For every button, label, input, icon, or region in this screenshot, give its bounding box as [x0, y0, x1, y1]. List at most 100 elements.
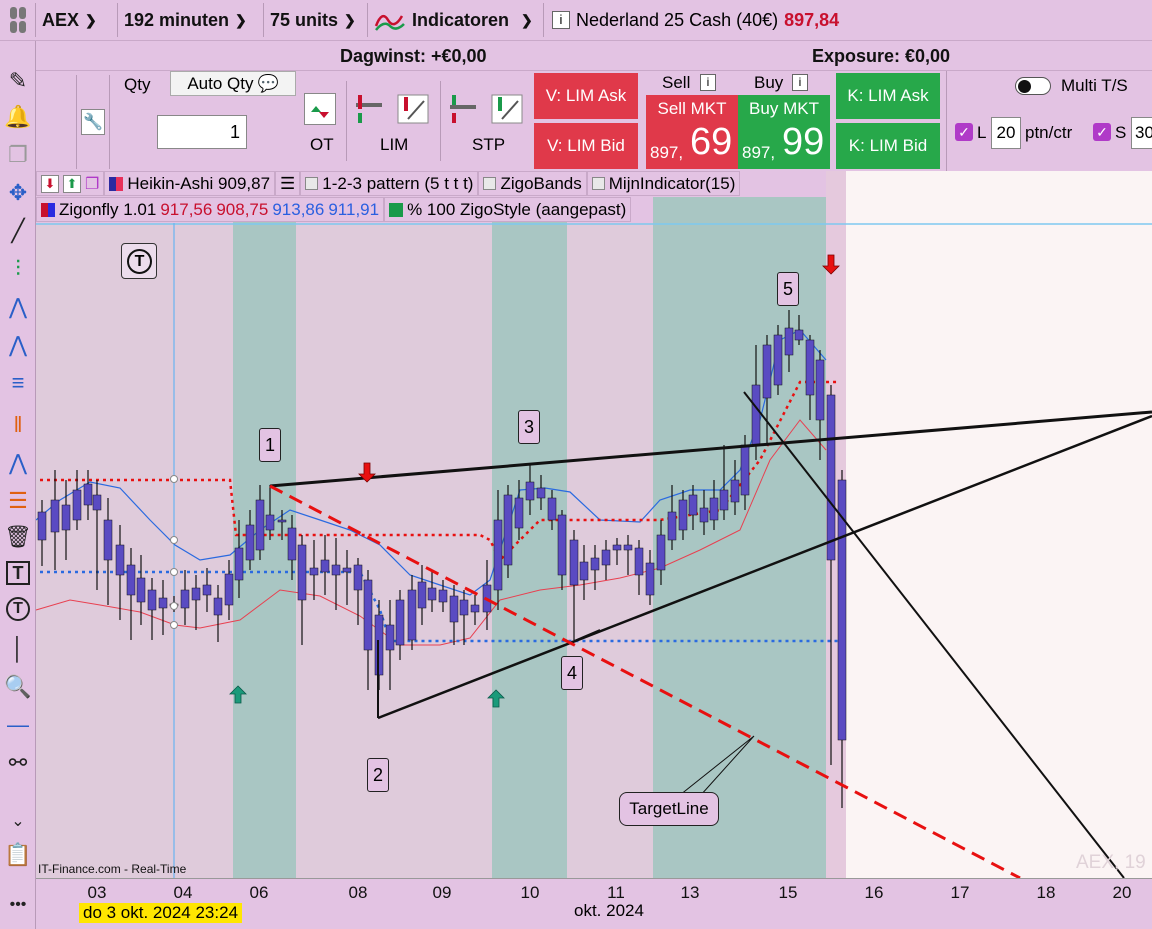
symbol-select[interactable]: AEX ❯	[36, 3, 118, 37]
fibonacci-icon[interactable]: ‖	[4, 411, 32, 439]
horizontal-line-icon[interactable]: —	[4, 711, 32, 739]
candle-up	[514, 497, 524, 529]
x-tick: 08	[348, 883, 368, 902]
candle-up	[147, 589, 157, 611]
multi-ts-panel: Multi T/S ✓ L 20 ptn/ctr ✓ S 30	[946, 71, 1152, 171]
ot-order-icon[interactable]	[304, 93, 336, 125]
pencil-icon[interactable]: ✎	[4, 67, 32, 95]
stp-sell-icon[interactable]	[490, 93, 524, 125]
l-input[interactable]: 20	[991, 117, 1021, 149]
multi-ts-toggle[interactable]	[1015, 77, 1051, 95]
time-axis[interactable]: 03 04 06 08 09 10 11 13 15 16 17 18 20 d…	[36, 878, 1152, 923]
zigonfly-value-3: 913,86	[272, 199, 325, 219]
pattern-checkbox[interactable]	[305, 177, 319, 190]
k-lim-ask-button[interactable]: K: LIM Ask	[836, 73, 940, 119]
callout-t-icon: T	[127, 249, 152, 274]
buy-mkt-button[interactable]: Buy MKT 897, 99	[738, 95, 830, 169]
legend-list-toggle[interactable]: ☰	[275, 171, 301, 196]
s-checkbox[interactable]: ✓	[1093, 123, 1111, 141]
legend-zigonfly[interactable]: Zigonfly 1.01 917,56 908,75 913,86 911,9…	[36, 197, 385, 222]
wave-pattern-icon[interactable]: ≡	[4, 369, 32, 397]
candle-up	[297, 544, 307, 601]
lim-sell-icon[interactable]	[396, 93, 430, 125]
callout-tool-icon[interactable]: T	[6, 597, 30, 621]
candle-up	[678, 499, 688, 531]
abc-pattern-icon[interactable]: ⋀	[4, 331, 32, 359]
units-label: 75 units	[270, 9, 339, 30]
move-icon[interactable]: ✥	[4, 179, 32, 207]
arrow-up-icon[interactable]: ⬆	[63, 174, 81, 193]
fib-fan-icon[interactable]: ⋀	[4, 449, 32, 477]
legend-zigobands[interactable]: ZigoBands	[478, 171, 587, 196]
candle-up	[37, 511, 47, 541]
zigostyle-label: % 100 ZigoStyle (aangepast)	[407, 199, 627, 219]
buy-info-icon[interactable]: i	[792, 74, 808, 91]
candle-up	[92, 494, 102, 511]
timeframe-select[interactable]: 192 minuten ❯	[118, 3, 264, 37]
buy-price-prefix: 897,	[742, 143, 776, 162]
candle-up	[751, 384, 761, 446]
settings-column: 🔧	[76, 75, 110, 169]
candles-icon[interactable]: ⫶	[4, 255, 32, 283]
session-band	[653, 197, 826, 878]
candle-up	[699, 507, 709, 523]
sell-mkt-button[interactable]: Sell MKT 897, 69	[646, 95, 738, 169]
x-tick: 16	[864, 883, 884, 902]
windows-icon[interactable]: ❐	[85, 174, 99, 194]
legend-heikin-ashi[interactable]: Heikin-Ashi 909,87	[104, 171, 276, 196]
x-tick: 11	[607, 883, 625, 902]
order-book-icon[interactable]: 📋	[4, 841, 32, 869]
qty-input[interactable]: 1	[157, 115, 247, 149]
trendline-icon[interactable]: ╱	[4, 217, 32, 245]
text-tool-icon[interactable]: T	[6, 561, 30, 585]
zoom-icon[interactable]: 🔍	[4, 673, 32, 701]
candle-up	[784, 327, 794, 356]
fib-levels-icon[interactable]: ☰	[4, 487, 32, 515]
connection-icon[interactable]	[0, 3, 36, 37]
candle-up	[762, 344, 772, 399]
trash-icon[interactable]: 🗑	[4, 523, 32, 551]
candle-up	[83, 483, 93, 506]
targetline-label[interactable]: TargetLine	[619, 792, 719, 826]
drawing-tools-sidebar: ✎ 🔔 ❐ ✥ ╱ ⫶ ⋀ ⋀ ≡ ‖ ⋀ ☰ 🗑 T T │ 🔍 — ⚯ ⌄ …	[0, 41, 36, 929]
lim-buy-icon[interactable]	[352, 93, 384, 125]
instrument-price: 897,84	[784, 9, 840, 30]
candle-up	[438, 589, 448, 603]
zigobands-checkbox[interactable]	[483, 177, 497, 190]
legend-pattern[interactable]: 1-2-3 pattern (5 t t t)	[300, 171, 479, 196]
v-lim-bid-button[interactable]: V: LIM Bid	[534, 123, 638, 169]
link-icon[interactable]: ⚯	[4, 749, 32, 777]
vertical-line-icon[interactable]: │	[4, 635, 32, 663]
candle-up	[427, 587, 437, 601]
x-tick: 20	[1112, 883, 1132, 902]
mijnindicator-checkbox[interactable]	[591, 177, 605, 190]
l-checkbox[interactable]: ✓	[955, 123, 973, 141]
candle-up	[730, 479, 740, 503]
callout-tool-marker[interactable]: T	[121, 243, 157, 279]
candle-up	[557, 514, 567, 576]
units-select[interactable]: 75 units ❯	[264, 3, 368, 37]
legend-mijnindicator[interactable]: MijnIndicator(15)	[586, 171, 741, 196]
k-lim-bid-button[interactable]: K: LIM Bid	[836, 123, 940, 169]
legend-zigostyle[interactable]: % 100 ZigoStyle (aangepast)	[384, 197, 632, 222]
x-tick: 06	[249, 883, 269, 902]
stp-buy-icon[interactable]	[446, 93, 478, 125]
s-input[interactable]: 30	[1131, 117, 1152, 149]
sell-info-icon[interactable]: i	[700, 74, 716, 91]
zigzag-icon[interactable]: ⋀	[4, 293, 32, 321]
copy-icon[interactable]: ❐	[4, 141, 32, 169]
info-icon[interactable]: i	[552, 11, 570, 29]
indicators-button[interactable]: Indicatoren ❯	[368, 3, 544, 37]
zigonfly-value-4: 911,91	[328, 199, 380, 219]
wrench-icon[interactable]: 🔧	[81, 109, 105, 135]
scroll-down-icon[interactable]: ⌄	[4, 807, 32, 835]
top-toolbar: AEX ❯ 192 minuten ❯ 75 units ❯ Indicatoren ❯…	[0, 0, 1152, 41]
arrow-down-icon[interactable]: ⬇	[41, 174, 59, 193]
candle-up	[547, 497, 557, 521]
bell-icon[interactable]: 🔔	[4, 103, 32, 131]
auto-qty-button[interactable]: Auto Qty 💬	[170, 71, 296, 96]
candle-up	[417, 581, 427, 609]
more-icon[interactable]: •••	[4, 891, 32, 919]
x-tick: 17	[950, 883, 970, 902]
v-lim-ask-button[interactable]: V: LIM Ask	[534, 73, 638, 119]
